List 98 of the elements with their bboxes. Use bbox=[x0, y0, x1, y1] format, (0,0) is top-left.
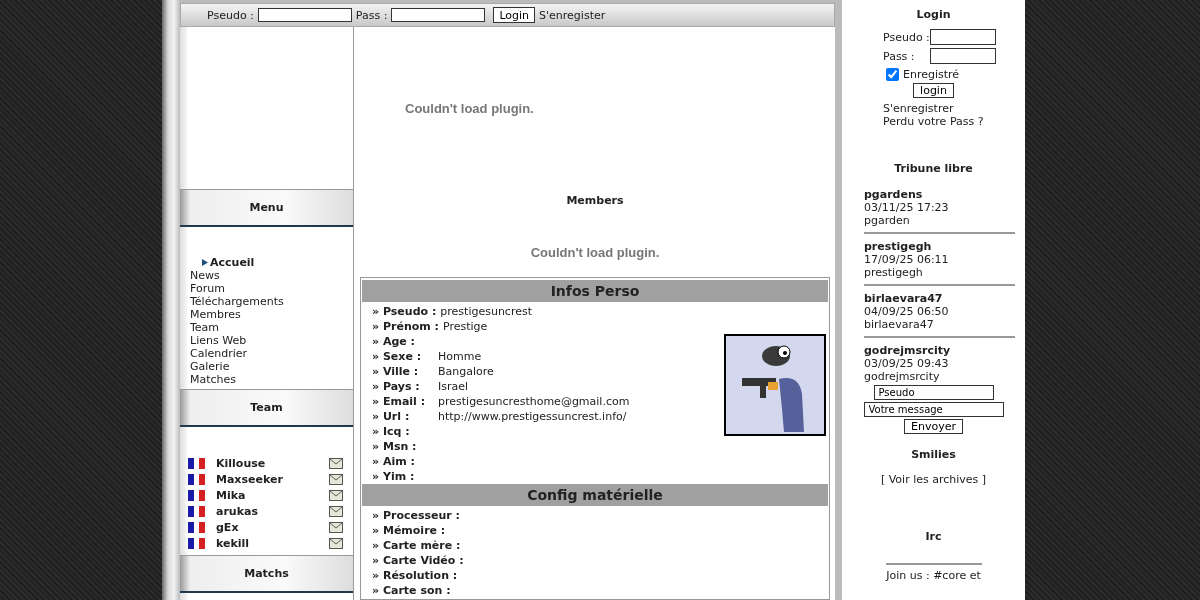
field-value: Homme bbox=[438, 349, 482, 364]
member-name[interactable]: kekill bbox=[216, 536, 329, 550]
message-field[interactable]: Votre message bbox=[863, 402, 1004, 417]
envelope-icon[interactable] bbox=[329, 505, 343, 517]
menu-item[interactable]: Liens Web bbox=[190, 334, 353, 347]
archives-link[interactable]: [ Voir les archives ] bbox=[880, 473, 987, 486]
post-date: 03/09/25 09:43 bbox=[864, 357, 950, 370]
menu-item[interactable]: Team bbox=[190, 321, 353, 334]
envelope-icon[interactable] bbox=[329, 489, 343, 501]
field-label: » Prénom : bbox=[372, 319, 439, 334]
flag-icon bbox=[188, 489, 205, 501]
pass-label: Pass : bbox=[355, 8, 388, 22]
field-value: http://www.prestigessuncrest.info/ bbox=[438, 409, 627, 424]
field-value: Prestige bbox=[442, 319, 488, 334]
send-button[interactable]: Envoyer bbox=[904, 419, 963, 434]
plugin-message: Couldn't load plugin. bbox=[405, 101, 535, 116]
block-title: Login bbox=[915, 8, 952, 21]
login-button[interactable]: login bbox=[913, 83, 954, 98]
flag-icon bbox=[188, 537, 205, 549]
post-date: 04/09/25 06:50 bbox=[864, 305, 950, 318]
flag-icon bbox=[188, 505, 205, 517]
field-label: » Carte son : bbox=[372, 583, 451, 598]
envelope-icon[interactable] bbox=[329, 473, 343, 485]
field-label: » Mémoire : bbox=[372, 523, 446, 538]
field-label: » Icq : bbox=[372, 424, 411, 439]
member-name[interactable]: Killouse bbox=[216, 456, 329, 470]
member-name[interactable]: gEx bbox=[216, 520, 329, 534]
remember-label: Enregistré bbox=[903, 68, 960, 81]
field-value: Bangalore bbox=[438, 364, 494, 379]
post-author: birlaevara47 bbox=[864, 292, 944, 305]
post-author: prestigegh bbox=[864, 240, 933, 253]
block-title: Tribune libre bbox=[893, 162, 974, 175]
member-name[interactable]: Maxseeker bbox=[216, 472, 329, 486]
field-label: » Age : bbox=[372, 334, 416, 349]
block-title: Smilies bbox=[910, 448, 957, 461]
pass-label: Pass : bbox=[883, 49, 916, 63]
post-author: pgardens bbox=[864, 188, 924, 201]
remember-checkbox[interactable] bbox=[886, 68, 899, 81]
post-message: pgarden bbox=[864, 214, 911, 227]
pseudo-label: Pseudo : bbox=[207, 8, 254, 22]
post-message: birlaevara47 bbox=[864, 318, 935, 331]
envelope-icon[interactable] bbox=[329, 521, 343, 533]
field-label: » Pays : bbox=[372, 379, 421, 394]
account-link[interactable]: Perdu votre Pass ? bbox=[883, 115, 1025, 128]
pass-field[interactable] bbox=[391, 8, 486, 22]
pass-field[interactable] bbox=[930, 48, 996, 64]
menu-item[interactable]: Matches bbox=[190, 373, 353, 386]
field-label: » Carte mère : bbox=[372, 538, 461, 553]
section-title: Members bbox=[565, 194, 625, 207]
field-label: » Yim : bbox=[372, 469, 416, 484]
member-name[interactable]: Mika bbox=[216, 488, 329, 502]
block-title: Menu bbox=[249, 201, 284, 214]
block-title: Team bbox=[250, 401, 283, 414]
pseudo-field[interactable] bbox=[930, 29, 996, 45]
post-date: 03/11/25 17:23 bbox=[864, 201, 950, 214]
field-label: » Msn : bbox=[372, 439, 418, 454]
field-label: » Résolution : bbox=[372, 568, 458, 583]
field-label: » Email : bbox=[372, 394, 427, 409]
field-label: » Url : bbox=[372, 409, 411, 424]
menu-item[interactable]: Téléchargements bbox=[190, 295, 353, 308]
irc-text: Join us : #core et bbox=[886, 569, 981, 582]
menu-item[interactable]: News bbox=[190, 269, 353, 282]
post-author: godrejmsrcity bbox=[864, 344, 952, 357]
field-value: prestigesuncresthome@gmail.com bbox=[438, 394, 630, 409]
profile-section-header: Infos Perso bbox=[362, 280, 828, 302]
flag-icon bbox=[188, 457, 205, 469]
block-title: Matchs bbox=[244, 567, 289, 580]
menu-item[interactable]: Forum bbox=[190, 282, 353, 295]
post-message: godrejmsrcity bbox=[864, 370, 941, 383]
envelope-icon[interactable] bbox=[329, 537, 343, 549]
field-label: » Pseudo : bbox=[372, 304, 437, 319]
post-message: prestigegh bbox=[864, 266, 924, 279]
menu-item[interactable]: Membres bbox=[190, 308, 353, 321]
block-title: Irc bbox=[924, 530, 943, 543]
plugin-message: Couldn't load plugin. bbox=[529, 245, 661, 260]
pseudo-label: Pseudo : bbox=[883, 30, 930, 44]
menu-item[interactable]: Galerie bbox=[190, 360, 353, 373]
account-link[interactable]: S'enregistrer bbox=[883, 102, 1025, 115]
pseudo-field[interactable]: Pseudo bbox=[873, 385, 994, 400]
field-label: » Sexe : bbox=[372, 349, 423, 364]
field-label: » Carte Vidéo : bbox=[372, 553, 464, 568]
field-value: Israel bbox=[438, 379, 469, 394]
arrow-icon bbox=[202, 259, 208, 266]
flag-icon bbox=[188, 473, 205, 485]
field-label: » Processeur : bbox=[372, 508, 460, 523]
member-name[interactable]: arukas bbox=[216, 504, 329, 518]
field-label: » Ville : bbox=[372, 364, 420, 379]
field-value: prestigesuncrest bbox=[440, 304, 532, 319]
post-date: 17/09/25 06:11 bbox=[864, 253, 950, 266]
field-label: » Aim : bbox=[372, 454, 416, 469]
profile-section-header: Config matérielle bbox=[362, 484, 828, 506]
flag-icon bbox=[188, 521, 205, 533]
login-button[interactable]: Login bbox=[493, 7, 536, 23]
envelope-icon[interactable] bbox=[329, 457, 343, 469]
pseudo-field[interactable] bbox=[257, 8, 352, 22]
register-link[interactable]: S'enregister bbox=[539, 8, 606, 22]
menu-item[interactable]: Calendrier bbox=[190, 347, 353, 360]
menu-item[interactable]: Accueil bbox=[190, 256, 353, 269]
